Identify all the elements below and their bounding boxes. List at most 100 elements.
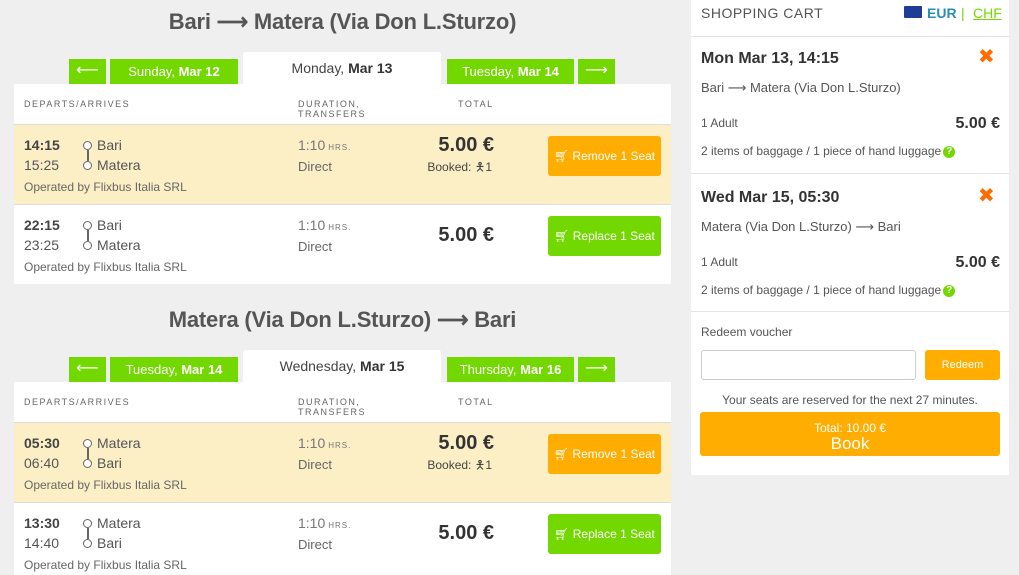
cart-item-baggage: 2 items of baggage / 1 piece of hand lug…: [701, 283, 956, 297]
header-total: TOTAL: [458, 99, 494, 109]
destination-station: Matera: [97, 237, 141, 253]
cart-item-heading: Wed Mar 15, 05:30: [701, 189, 840, 206]
destination-station: Bari: [97, 535, 122, 551]
book-button[interactable]: Total: 10.00 € Book: [700, 412, 1000, 456]
transfers: Direct: [298, 537, 332, 552]
duration: 1:10 HRS.: [298, 217, 352, 233]
outbound-next-date: Mar 14: [517, 64, 559, 79]
replace-seat-button[interactable]: 🛒︎ Replace 1 Seat: [548, 216, 661, 256]
route-line-icon: [87, 528, 89, 539]
cart-icon: 🛒︎: [553, 447, 570, 461]
outbound-route-title: Bari ⟶ Matera (Via Don L.Sturzo): [168, 9, 517, 34]
duration: 1:10 HRS.: [298, 515, 352, 531]
origin-dot-icon: [83, 221, 92, 230]
header-duration: DURATION,: [298, 99, 361, 109]
outbound-prev-date-tab[interactable]: Sunday, Mar 12: [110, 59, 238, 84]
outbound-cur-date: Mar 13: [348, 60, 393, 76]
price: 5.00 €: [438, 432, 494, 454]
route-line-icon: [87, 448, 89, 459]
divider: [691, 173, 1009, 174]
origin-dot-icon: [83, 439, 92, 448]
outbound-current-date-tab[interactable]: Monday, Mar 13: [243, 52, 441, 84]
divider: [691, 311, 1009, 312]
outbound-next-day: Tuesday,: [462, 64, 515, 79]
remove-seat-button[interactable]: 🛒︎ Remove 1 Seat: [548, 434, 661, 474]
cart-item-route: Matera (Via Don L.Sturzo) ⟶ Bari: [701, 219, 901, 234]
voucher-input[interactable]: [701, 350, 916, 380]
duration: 1:10 HRS.: [298, 137, 352, 153]
cart-icon: 🛒︎: [554, 229, 570, 243]
person-icon: 🯅: [474, 160, 486, 174]
transfers: Direct: [298, 159, 332, 174]
outbound-prev-day-arrow[interactable]: ⟵: [69, 59, 106, 84]
price: 5.00 €: [438, 224, 494, 246]
return-prev-date-tab[interactable]: Tuesday, Mar 14: [110, 357, 238, 382]
origin-dot-icon: [83, 519, 92, 528]
help-icon[interactable]: ?: [943, 145, 956, 158]
transfers: Direct: [298, 239, 332, 254]
header-departs: DEPARTS/ARRIVES: [24, 99, 131, 109]
origin-station: Bari: [97, 217, 122, 233]
return-prev-day-arrow[interactable]: ⟵: [69, 357, 106, 382]
duration: 1:10 HRS.: [298, 435, 352, 451]
departure-time: 13:30: [24, 515, 60, 531]
return-next-date-tab[interactable]: Thursday, Mar 16: [447, 357, 574, 382]
return-next-date: Mar 16: [520, 362, 562, 377]
table-row: 14:15 15:25 Bari Matera Operated by Flix…: [14, 124, 671, 204]
outbound-prev-date: Mar 12: [178, 64, 220, 79]
return-route-title: Matera (Via Don L.Sturzo) ⟶ Bari: [168, 307, 517, 332]
return-prev-date: Mar 14: [181, 362, 223, 377]
return-cur-day: Wednesday,: [279, 358, 357, 374]
return-prev-day: Tuesday,: [125, 362, 178, 377]
help-icon[interactable]: ?: [943, 284, 956, 297]
origin-station: Matera: [97, 515, 141, 531]
cart-item-route: Bari ⟶ Matera (Via Don L.Sturzo): [701, 80, 901, 95]
departure-time: 05:30: [24, 435, 60, 451]
operator: Operated by Flixbus Italia SRL: [24, 180, 187, 194]
eu-flag-icon: [904, 6, 922, 18]
cart-item-baggage: 2 items of baggage / 1 piece of hand lug…: [701, 144, 956, 158]
table-row: 05:30 06:40 Matera Bari Operated by Flix…: [14, 422, 671, 502]
shopping-cart-panel: SHOPPING CART EUR | CHF Mon Mar 13, 14:1…: [691, 0, 1009, 475]
remove-seat-button[interactable]: 🛒︎ Remove 1 Seat: [548, 136, 661, 176]
outbound-cur-day: Monday,: [291, 60, 345, 76]
cart-item-price: 5.00 €: [955, 115, 1000, 132]
cart-item-heading: Mon Mar 13, 14:15: [701, 50, 839, 67]
outbound-next-day-arrow[interactable]: ⟶: [578, 59, 615, 84]
arrival-time: 14:40: [24, 535, 60, 551]
return-results-table: DEPARTS/ARRIVES DURATION, TRANSFERS TOTA…: [14, 382, 671, 575]
return-next-day-arrow[interactable]: ⟶: [578, 357, 615, 382]
destination-station: Bari: [97, 455, 122, 471]
return-cur-date: Mar 15: [360, 358, 405, 374]
departure-time: 14:15: [24, 137, 60, 153]
header-duration: DURATION,: [298, 397, 361, 407]
operator: Operated by Flixbus Italia SRL: [24, 558, 187, 572]
cart-item-passengers: 1 Adult: [701, 116, 738, 130]
reservation-note: Your seats are reserved for the next 27 …: [722, 393, 978, 407]
remove-item-icon[interactable]: ✖: [978, 183, 995, 208]
book-total: Total: 10.00 €: [813, 421, 887, 435]
destination-dot-icon: [83, 241, 92, 250]
departure-time: 22:15: [24, 217, 60, 233]
header-departs: DEPARTS/ARRIVES: [24, 397, 131, 407]
booked-count: Booked: 🯅1: [427, 160, 492, 174]
arrival-time: 06:40: [24, 455, 60, 471]
currency-chf-link[interactable]: CHF: [973, 5, 1002, 21]
cart-title: SHOPPING CART: [701, 5, 824, 21]
price: 5.00 €: [438, 522, 494, 544]
divider: [691, 36, 1009, 37]
outbound-next-date-tab[interactable]: Tuesday, Mar 14: [447, 59, 574, 84]
return-next-day: Thursday,: [459, 362, 517, 377]
booked-count: Booked: 🯅1: [427, 458, 492, 472]
operator: Operated by Flixbus Italia SRL: [24, 260, 187, 274]
return-current-date-tab[interactable]: Wednesday, Mar 15: [243, 350, 441, 382]
destination-dot-icon: [83, 161, 92, 170]
header-transfers: TRANSFERS: [298, 109, 367, 119]
destination-dot-icon: [83, 459, 92, 468]
currency-eur-link[interactable]: EUR: [927, 5, 957, 21]
remove-item-icon[interactable]: ✖: [978, 44, 995, 69]
redeem-button[interactable]: Redeem: [925, 350, 1000, 380]
origin-station: Bari: [97, 137, 122, 153]
replace-seat-button[interactable]: 🛒︎ Replace 1 Seat: [548, 514, 661, 554]
origin-station: Matera: [97, 435, 141, 451]
